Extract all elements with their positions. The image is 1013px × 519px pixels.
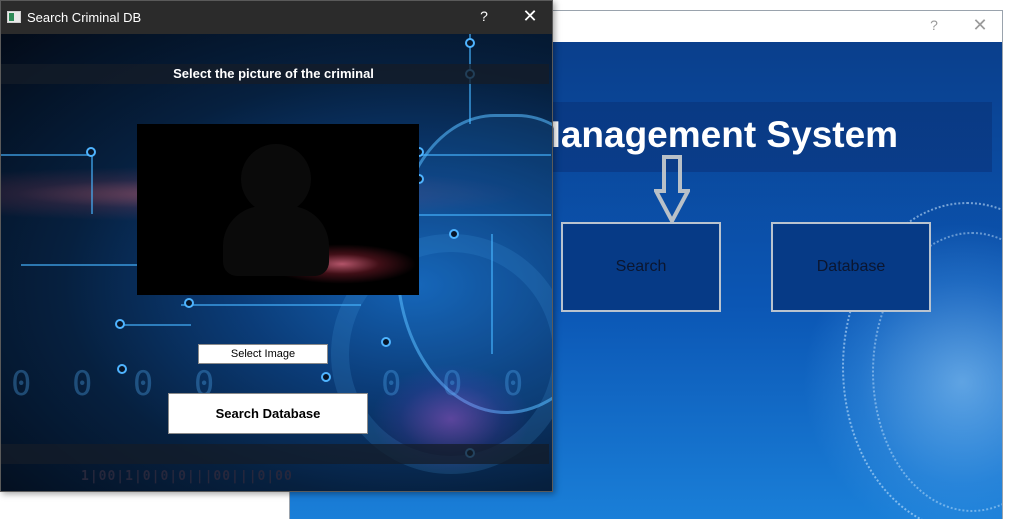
dialog-close-button[interactable]: ✕ [519, 6, 541, 27]
dialog-title: Search Criminal DB [27, 10, 142, 25]
circuit-node [381, 337, 391, 347]
search-database-button[interactable]: Search Database [168, 393, 368, 434]
circuit-trace [1, 154, 91, 156]
down-arrow-icon [654, 155, 690, 225]
circuit-trace [21, 264, 141, 266]
circuit-trace [121, 324, 191, 326]
app-window-icon [7, 11, 21, 23]
image-preview [137, 124, 419, 295]
search-dialog: Search Criminal DB ? ✕ 0 0 0 0 0 0 0 Sel… [0, 0, 553, 492]
dialog-titlebar: Search Criminal DB ? ✕ [1, 1, 552, 34]
background-digits: 0 0 0 [381, 364, 534, 404]
dialog-help-button[interactable]: ? [476, 8, 492, 24]
circuit-node [449, 229, 459, 239]
database-tile-button[interactable]: Database [771, 222, 931, 312]
circuit-node [465, 38, 475, 48]
main-heading-text: Management System [530, 114, 899, 155]
desktop: ? ✕ Management System Search Database Se… [0, 0, 1013, 519]
circuit-node [86, 147, 96, 157]
database-tile-label: Database [816, 258, 886, 275]
search-tile-label: Search [615, 258, 667, 275]
circuit-node [184, 298, 194, 308]
circuit-trace [421, 154, 551, 156]
circuit-trace [491, 234, 493, 354]
circuit-trace [181, 304, 361, 306]
circuit-node [321, 372, 331, 382]
select-image-button[interactable]: Select Image [198, 344, 328, 364]
circuit-trace [91, 154, 93, 214]
main-help-button[interactable]: ? [926, 17, 942, 35]
instruction-label: Select the picture of the criminal [173, 66, 374, 81]
circuit-node [115, 319, 125, 329]
bottom-band [1, 444, 549, 464]
main-close-button[interactable]: ✕ [970, 15, 990, 37]
search-tile-button[interactable]: Search [561, 222, 721, 312]
avatar-head [241, 144, 311, 214]
dialog-background: 0 0 0 0 0 0 0 Select the picture of the … [1, 34, 552, 491]
avatar-body [223, 206, 329, 276]
binary-strip: 1|00|1|0|0|0|||00|||0|00 [81, 469, 293, 484]
